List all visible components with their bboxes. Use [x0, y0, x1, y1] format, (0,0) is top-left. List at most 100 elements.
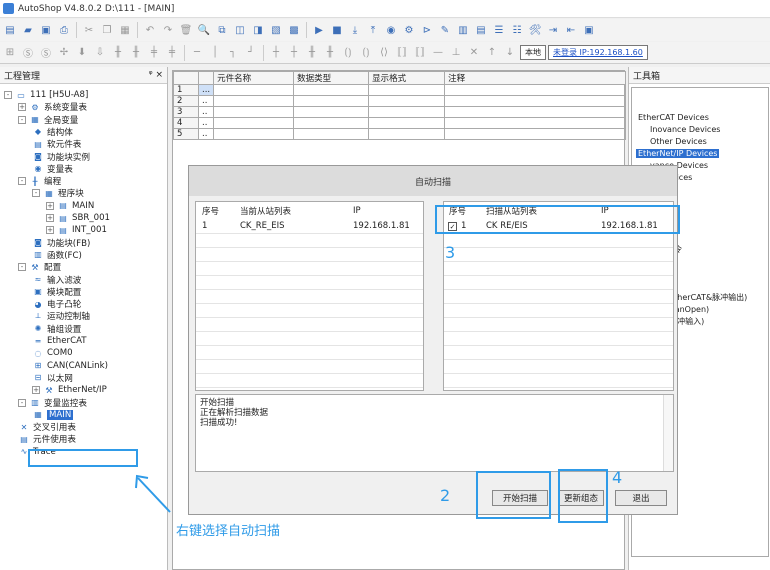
toolbox-item[interactable]: Other Devices: [650, 137, 707, 146]
table-cell[interactable]: [444, 84, 626, 96]
table-cell[interactable]: [293, 95, 370, 107]
table-cell[interactable]: [213, 95, 295, 107]
hline-icon[interactable]: ─: [189, 45, 205, 61]
contact-no-icon[interactable]: ╫: [110, 45, 126, 61]
collapse-icon[interactable]: -: [18, 398, 26, 407]
collapse-icon[interactable]: -: [4, 91, 12, 99]
login-icon[interactable]: ⇥: [545, 22, 561, 38]
ladder-s-icon[interactable]: Ⓢ: [20, 45, 36, 61]
table-cell[interactable]: [368, 128, 446, 140]
grid-header-comment[interactable]: 注释: [444, 71, 626, 85]
diag-icon[interactable]: ⊥: [448, 45, 464, 61]
contact-a-icon[interactable]: ┼: [268, 45, 284, 61]
contact-p-icon[interactable]: ╪: [146, 45, 162, 61]
collapse-icon[interactable]: -: [18, 177, 26, 186]
tree-item[interactable]: + ▤ INT_001: [46, 224, 107, 236]
collapse-icon[interactable]: -: [18, 115, 26, 124]
tree-item[interactable]: ◕ 电子凸轮: [32, 298, 82, 311]
tree-item[interactable]: - ⚒ 配置: [18, 261, 61, 273]
login-status-button[interactable]: 未登录 IP:192.168.1.60: [548, 45, 648, 60]
expand-icon[interactable]: +: [46, 226, 54, 235]
arrow-up-icon[interactable]: ↑: [484, 45, 500, 61]
grid-header-name[interactable]: 元件名称: [213, 71, 295, 85]
coil-icon[interactable]: ⟮⟯: [340, 45, 356, 61]
table-cell[interactable]: [444, 106, 626, 118]
tree-item[interactable]: ◌ COM0: [32, 347, 73, 359]
layout-icon[interactable]: ▣: [581, 22, 597, 38]
tree-item[interactable]: ⟂ 运动控制轴: [32, 310, 90, 322]
tree-item[interactable]: ▥ 函数(FC): [32, 249, 82, 261]
table-cell[interactable]: [213, 84, 295, 96]
collapse-icon[interactable]: -: [32, 189, 40, 198]
grid-header-type[interactable]: 数据类型: [293, 71, 370, 85]
new-file-icon[interactable]: ▤: [2, 22, 18, 38]
tree-item[interactable]: ◙ 功能块(FB): [32, 237, 90, 249]
undo-icon[interactable]: ↶: [142, 22, 158, 38]
tree-item[interactable]: ⊟ 以太网: [32, 372, 73, 384]
table-cell[interactable]: [444, 128, 626, 140]
toolbox-item[interactable]: EtherNet/IP Devices: [636, 149, 720, 158]
exit-button[interactable]: 退出: [615, 490, 667, 506]
contact-c-icon[interactable]: ╫: [304, 45, 320, 61]
contact-d-icon[interactable]: ╫: [322, 45, 338, 61]
save-icon[interactable]: ▣: [38, 22, 54, 38]
contact-n-icon[interactable]: ╪: [164, 45, 180, 61]
branch-end-icon[interactable]: ┘: [243, 45, 259, 61]
grid-header-format[interactable]: 显示格式: [368, 71, 446, 85]
logout-icon[interactable]: ⇤: [563, 22, 579, 38]
insert-up-icon[interactable]: ⇩: [92, 45, 108, 61]
table-cell[interactable]: [293, 84, 370, 96]
tree-item[interactable]: ✺ 轴组设置: [32, 323, 82, 335]
table-row[interactable]: 2..: [173, 95, 626, 107]
table-row[interactable]: 3..: [173, 106, 626, 118]
local-button[interactable]: 本地: [520, 45, 546, 60]
tree-item[interactable]: ▤ 元件使用表: [18, 433, 76, 446]
branch-icon[interactable]: ┐: [225, 45, 241, 61]
tree-item[interactable]: - ▥ 变量监控表: [18, 397, 87, 409]
table-cell[interactable]: [368, 117, 446, 129]
compile-icon[interactable]: ▧: [268, 22, 284, 38]
list-alt-icon[interactable]: ☷: [509, 22, 525, 38]
table-cell[interactable]: [213, 128, 295, 140]
window-split-icon[interactable]: ◨: [250, 22, 266, 38]
diagnose-icon[interactable]: ⚙: [401, 22, 417, 38]
contact-nc-icon[interactable]: ╫: [128, 45, 144, 61]
redo-icon[interactable]: ↷: [160, 22, 176, 38]
expand-icon[interactable]: +: [46, 201, 54, 210]
table-cell[interactable]: [293, 128, 370, 140]
tree-item[interactable]: ◉ 变量表: [32, 163, 73, 175]
insert-row-icon[interactable]: ✢: [56, 45, 72, 61]
debug-icon[interactable]: ⊳: [419, 22, 435, 38]
copy-icon[interactable]: ❐: [99, 22, 115, 38]
tree-item[interactable]: + ▤ MAIN: [46, 200, 94, 212]
cross-icon[interactable]: ✕: [466, 45, 482, 61]
delete-icon[interactable]: 🗑: [178, 22, 194, 38]
tree-item[interactable]: + ⚙ 系统变量表: [18, 101, 87, 113]
expand-icon[interactable]: +: [18, 103, 26, 112]
tool-icon[interactable]: 🛠: [527, 22, 543, 38]
table-row[interactable]: 4..: [173, 117, 626, 129]
list-item[interactable]: 1 CK_RE_EIS 192.168.1.81: [196, 219, 423, 233]
tree-item[interactable]: ◙ 功能块实例: [32, 151, 90, 163]
table-cell[interactable]: [368, 84, 446, 96]
ladder-s2-icon[interactable]: Ⓢ: [38, 45, 54, 61]
tree-item[interactable]: ◆ 结构体: [32, 126, 73, 138]
network-icon[interactable]: ⧉: [214, 22, 230, 38]
func-block-icon[interactable]: ⟦⟧: [394, 45, 410, 61]
arrow-down-icon[interactable]: ↓: [502, 45, 518, 61]
table-cell[interactable]: [213, 106, 295, 118]
edit-icon[interactable]: ✎: [437, 22, 453, 38]
tree-item[interactable]: + ⚒ EtherNet/IP: [32, 384, 107, 396]
func-block2-icon[interactable]: ⟦⟧: [412, 45, 428, 61]
tree-item[interactable]: ▤ 软元件表: [32, 138, 81, 151]
table-cell[interactable]: [368, 106, 446, 118]
tree-item[interactable]: ≈ 输入滤波: [32, 274, 82, 286]
panel-pin-close-icon[interactable]: ᵠ ×: [149, 70, 163, 80]
table-row[interactable]: 5..: [173, 128, 626, 140]
tree-item[interactable]: + ▤ SBR_001: [46, 212, 110, 224]
tree-item[interactable]: ▦ MAIN: [32, 409, 74, 421]
tree-item[interactable]: - ▭ 111 [H5U-A8]: [4, 89, 88, 101]
table-row[interactable]: 1...: [173, 84, 626, 96]
contact-b-icon[interactable]: ┼: [286, 45, 302, 61]
insert-down-icon[interactable]: ⬇: [74, 45, 90, 61]
